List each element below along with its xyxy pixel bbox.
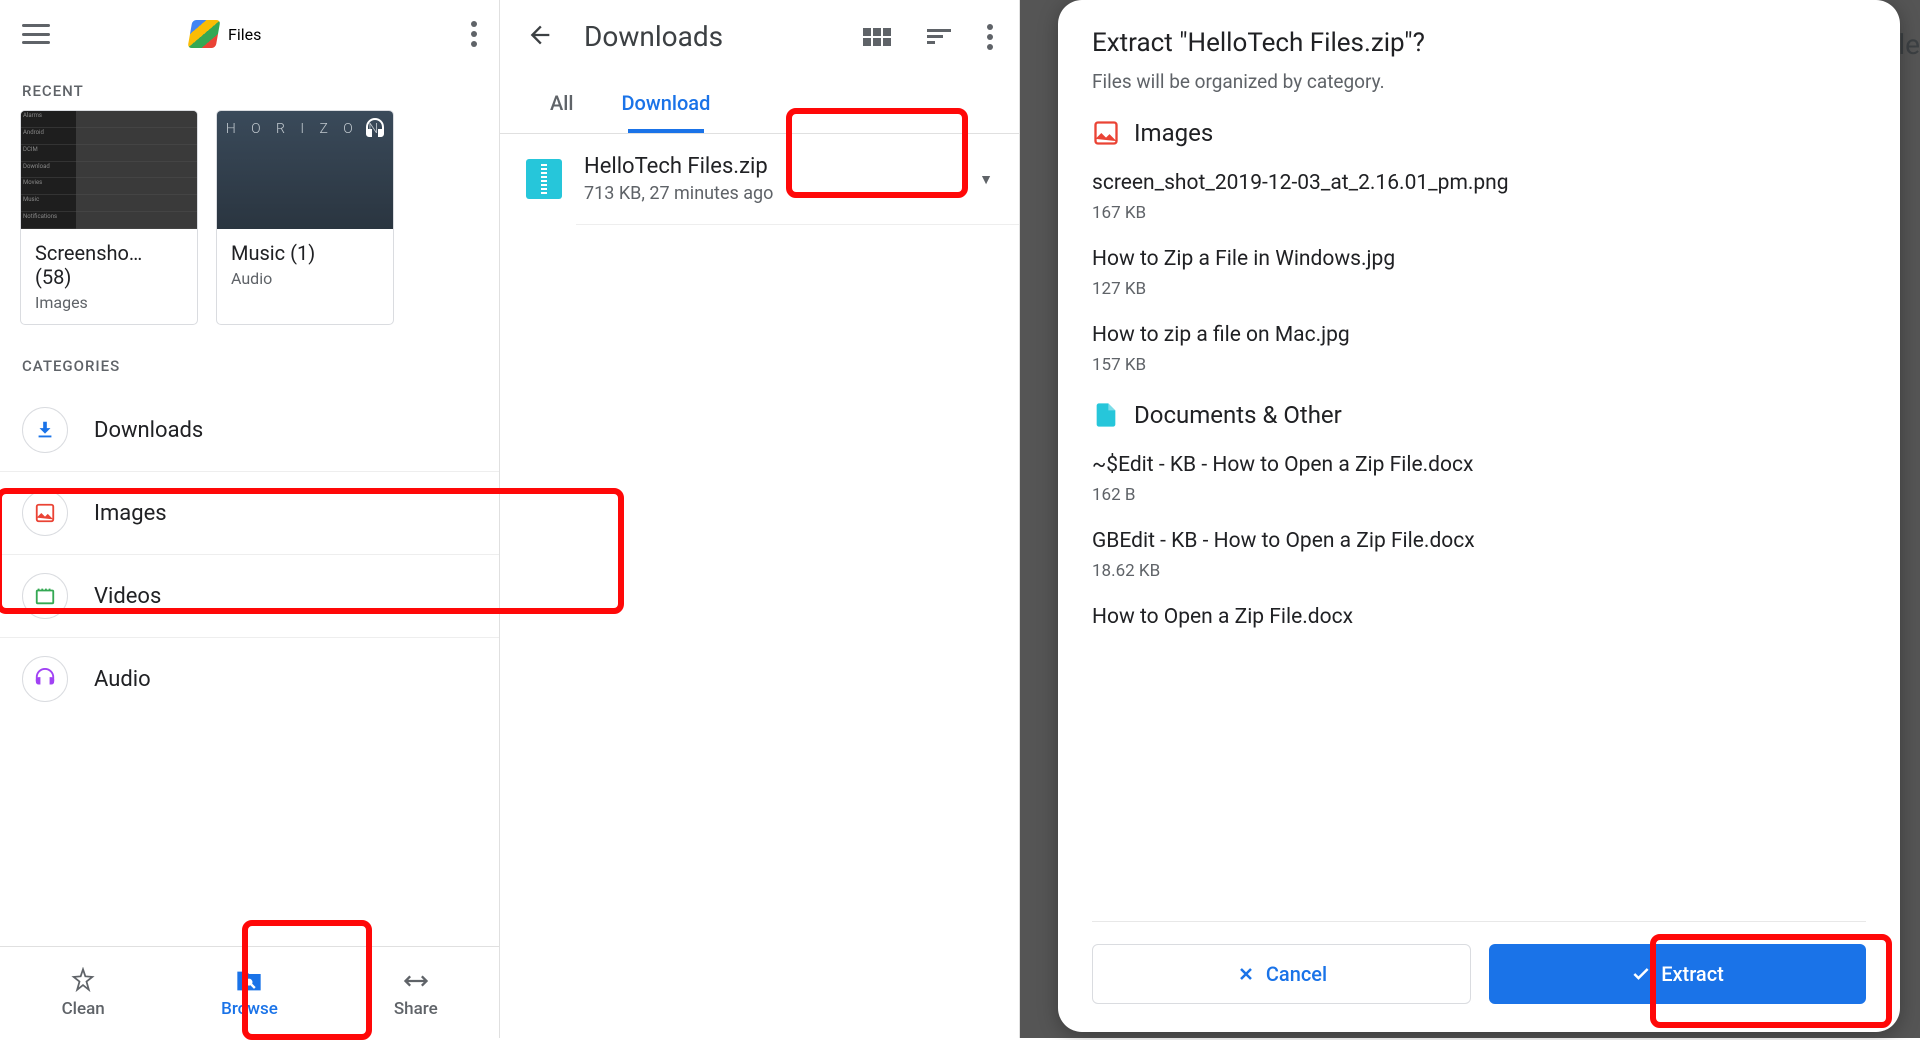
file-name: screen_shot_2019-12-03_at_2.16.01_pm.png [1092,171,1866,195]
tab-all[interactable]: All [526,73,597,133]
more-icon[interactable] [471,21,477,47]
more-icon[interactable] [987,24,993,50]
thumbnail: AlarmsAndroidDCIMDownloadMoviesMusicNoti… [21,111,197,229]
list-item[interactable]: How to zip a file on Mac.jpg 157 KB [1092,323,1866,375]
tab-download[interactable]: Download [597,73,734,133]
categories-list: Downloads Images Videos Audio [0,385,499,720]
category-label: Videos [94,584,161,609]
tabs: All Download [500,73,1019,134]
nav-label: Clean [62,999,105,1019]
list-item[interactable]: screen_shot_2019-12-03_at_2.16.01_pm.png… [1092,171,1866,223]
category-label: Images [94,501,167,526]
dialog-actions: Cancel Extract [1092,921,1866,1004]
file-size: 18.62 KB [1092,561,1866,581]
app-title: Files [190,20,261,48]
card-sub: Images [35,293,183,312]
nav-label: Share [394,999,438,1019]
headphones-icon [363,117,387,141]
extract-dialog: Extract "HelloTech Files.zip"? Files wil… [1058,0,1900,1032]
category-downloads[interactable]: Downloads [0,389,499,472]
dialog-subtitle: Files will be organized by category. [1092,70,1866,93]
categories-label: CATEGORIES [0,343,499,385]
close-icon [1236,964,1256,984]
screen-title: Downloads [584,20,723,53]
zip-file-icon [526,159,562,199]
bottom-nav: Clean Browse Share [0,946,499,1038]
extract-label: Extract [1661,962,1724,986]
download-icon [22,407,68,453]
recent-row: AlarmsAndroidDCIMDownloadMoviesMusicNoti… [0,110,499,343]
check-icon [1631,964,1651,984]
image-icon [1092,119,1120,147]
back-icon[interactable] [526,21,554,53]
document-icon [1092,401,1120,429]
nav-clean[interactable]: Clean [0,947,166,1038]
group-documents: Documents & Other [1092,401,1866,429]
file-row[interactable]: HelloTech Files.zip 713 KB, 27 minutes a… [576,134,1019,225]
files-logo-icon [188,20,221,48]
downloads-screen: Downloads All Download HelloTech Files.z… [500,0,1020,1038]
file-name: How to zip a file on Mac.jpg [1092,323,1866,347]
group-title: Images [1134,119,1213,147]
category-label: Audio [94,667,151,692]
nav-label: Browse [221,999,278,1019]
cancel-label: Cancel [1266,962,1327,986]
nav-browse[interactable]: Browse [166,947,332,1038]
card-sub: Audio [231,269,379,288]
card-title: Screensho… (58) [35,241,183,289]
category-videos[interactable]: Videos [0,555,499,638]
group-title: Documents & Other [1134,401,1342,429]
category-label: Downloads [94,418,203,443]
file-name: How to Zip a File in Windows.jpg [1092,247,1866,271]
menu-icon[interactable] [22,24,50,44]
file-name: How to Open a Zip File.docx [1092,605,1866,629]
file-size: 162 B [1092,485,1866,505]
category-images[interactable]: Images [0,472,499,555]
recent-label: RECENT [0,68,499,110]
file-meta: 713 KB, 27 minutes ago [584,183,957,204]
category-audio[interactable]: Audio [0,638,499,720]
file-size: 157 KB [1092,355,1866,375]
dialog-title: Extract "HelloTech Files.zip"? [1092,28,1866,58]
grid-view-icon[interactable] [863,28,891,46]
list-item[interactable]: How to Open a Zip File.docx [1092,605,1866,629]
sort-icon[interactable] [927,29,951,44]
file-name: GBEdit - KB - How to Open a Zip File.doc… [1092,529,1866,553]
file-name: ~$Edit - KB - How to Open a Zip File.doc… [1092,453,1866,477]
thumbnail: H O R I Z O N [217,111,393,229]
card-title: Music (1) [231,241,379,265]
recent-card-screenshots[interactable]: AlarmsAndroidDCIMDownloadMoviesMusicNoti… [20,110,198,325]
extract-button[interactable]: Extract [1489,944,1866,1004]
audio-icon [22,656,68,702]
app-title-text: Files [228,25,261,44]
list-item[interactable]: ~$Edit - KB - How to Open a Zip File.doc… [1092,453,1866,505]
group-images: Images [1092,119,1866,147]
browse-screen: Files RECENT AlarmsAndroidDCIMDownloadMo… [0,0,500,1038]
nav-share[interactable]: Share [333,947,499,1038]
extract-dialog-screen: ile Extract "HelloTech Files.zip"? Files… [1020,0,1920,1038]
recent-card-music[interactable]: H O R I Z O N Music (1) Audio [216,110,394,325]
cancel-button[interactable]: Cancel [1092,944,1471,1004]
list-item[interactable]: How to Zip a File in Windows.jpg 127 KB [1092,247,1866,299]
list-item[interactable]: GBEdit - KB - How to Open a Zip File.doc… [1092,529,1866,581]
file-size: 167 KB [1092,203,1866,223]
video-icon [22,573,68,619]
chevron-down-icon[interactable]: ▼ [979,171,993,188]
file-size: 127 KB [1092,279,1866,299]
image-icon [22,490,68,536]
header: Downloads [500,0,1019,73]
header: Files [0,0,499,68]
file-name: HelloTech Files.zip [584,154,957,179]
